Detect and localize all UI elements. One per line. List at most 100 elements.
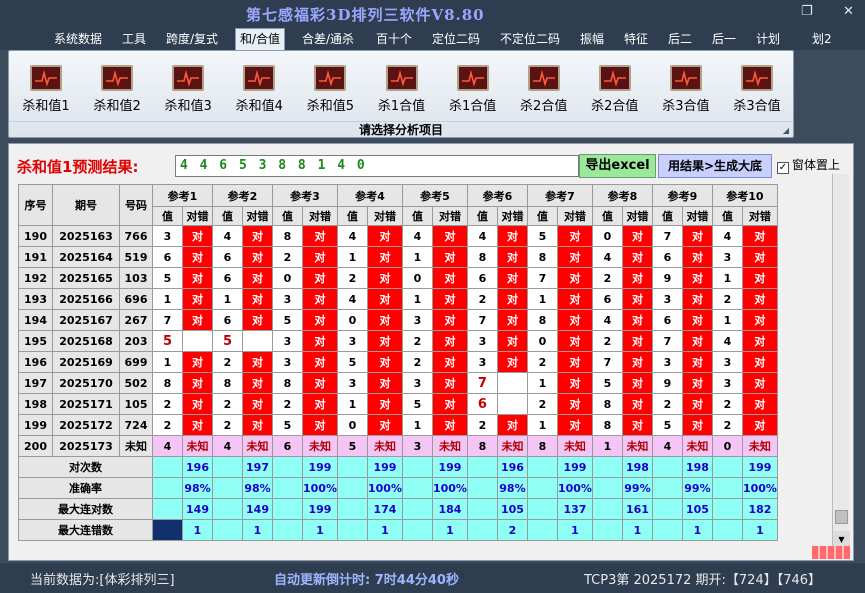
stats-value-cell: 105: [681, 498, 713, 520]
horizontal-scroll-indicator[interactable]: [812, 546, 850, 559]
vertical-scrollbar[interactable]: ▼: [832, 174, 850, 548]
menu-item[interactable]: 计划: [756, 30, 780, 49]
menu-item[interactable]: 定位二码: [432, 30, 480, 49]
menu-item[interactable]: 系统数据: [54, 30, 102, 49]
menu-item[interactable]: 百十个: [376, 30, 412, 49]
close-icon[interactable]: ✕: [843, 4, 854, 19]
ref-header[interactable]: 参考1: [152, 184, 213, 207]
analysis-button[interactable]: 杀3合值: [653, 65, 719, 115]
result-cell: 对: [242, 414, 273, 436]
table-row[interactable]: 199 2025172 724 2 对 2 对 5 对 0 对 1 对 2 对 1 对 8 对 5 对 2 对: [18, 414, 778, 436]
menu-item[interactable]: 跨度/复式: [166, 30, 218, 49]
value-cell: 1: [526, 414, 558, 436]
table-row[interactable]: 196 2025169 699 1 对 2 对 3 对 5 对 2 对 3 对 2 对 7 对 3 对 3 对: [18, 351, 778, 373]
result-cell: 对: [496, 288, 528, 310]
update-countdown: 自动更新倒计时: 7时44分40秒: [274, 573, 459, 588]
result-cell: 对: [366, 393, 403, 415]
stats-value-cell: 100%: [302, 477, 338, 499]
seq-cell: 198: [18, 393, 53, 415]
result-cell: 对: [182, 393, 213, 415]
analysis-button[interactable]: 杀1合值: [440, 65, 506, 115]
ref-header[interactable]: 参考10: [711, 184, 778, 207]
table-row[interactable]: 192 2025165 103 5 对 6 对 0 对 2 对 0 对 6 对 7 对 2 对 9 对 1 对: [18, 267, 778, 289]
stats-value-cell: 105: [496, 498, 528, 520]
result-cell: 对: [741, 225, 778, 247]
period-cell: 2025167: [52, 309, 120, 331]
menu-item[interactable]: 特征: [624, 30, 648, 49]
analysis-button[interactable]: 杀2合值: [511, 65, 577, 115]
analysis-button[interactable]: 杀3合值: [724, 65, 790, 115]
generate-base-button[interactable]: 用结果>生成大底: [658, 154, 772, 178]
prediction-result-field[interactable]: 4 4 6 5 3 8 8 1 4 0: [175, 155, 579, 177]
chart-icon: [527, 65, 560, 91]
ref-header[interactable]: 参考4: [336, 184, 403, 207]
restore-icon[interactable]: ❐: [801, 4, 813, 19]
menu-item[interactable]: 和/合值: [235, 28, 286, 50]
analysis-button[interactable]: 杀和值5: [297, 65, 363, 115]
analysis-button[interactable]: 杀1合值: [369, 65, 435, 115]
menu-item[interactable]: 划2: [812, 30, 832, 49]
value-cell: 2: [401, 330, 433, 352]
value-cell: 8: [466, 246, 498, 268]
analysis-button[interactable]: 杀和值3: [155, 65, 221, 115]
stats-value-cell: 199: [556, 456, 593, 478]
stats-row: 最大连错数 1 1 1 1 1 2 1 1 1 1: [18, 519, 778, 541]
period-cell: 2025166: [52, 288, 120, 310]
ref-header[interactable]: 参考7: [526, 184, 593, 207]
table-row[interactable]: 194 2025167 267 7 对 6 对 5 对 0 对 3 对 7 对 8 对 4 对 6 对 1 对: [18, 309, 778, 331]
analysis-button[interactable]: 杀2合值: [582, 65, 648, 115]
analysis-button[interactable]: 杀和值1: [13, 65, 79, 115]
window-ontop-checkbox[interactable]: ✓ 窗体置上: [777, 156, 840, 174]
table-row[interactable]: 195 2025168 203 5 5 3 对 3 对 2 对 3 对 0 对 2 对 7 对 4 对: [18, 330, 778, 352]
ref-header[interactable]: 参考9: [651, 184, 713, 207]
chart-icon: [314, 65, 347, 91]
ref-header[interactable]: 参考3: [272, 184, 338, 207]
stats-blank-cell: [212, 519, 243, 541]
stats-value-cell: 199: [302, 498, 338, 520]
table-row[interactable]: 191 2025164 519 6 对 6 对 2 对 1 对 1 对 8 对 8 对 4 对 6 对 3 对: [18, 246, 778, 268]
ref-header[interactable]: 参考8: [591, 184, 653, 207]
value-cell: 9: [651, 372, 683, 394]
chart-icon: [456, 65, 489, 91]
stats-label: 最大连对数: [18, 498, 153, 520]
stats-value-cell: 199: [741, 456, 778, 478]
result-cell: 对: [556, 351, 593, 373]
table-row[interactable]: 193 2025166 696 1 对 1 对 3 对 4 对 1 对 2 对 1 对 6 对 3 对 2 对: [18, 288, 778, 310]
result-cell: 未知: [681, 435, 713, 457]
result-cell: 对: [366, 414, 403, 436]
menu-item[interactable]: 后二: [668, 30, 692, 49]
table-row[interactable]: 198 2025171 105 2 对 2 对 2 对 1 对 5 对 6 2 对 8 对 2 对 2 对: [18, 393, 778, 415]
stats-value-cell: 99%: [681, 477, 713, 499]
export-excel-button[interactable]: 导出excel: [579, 154, 656, 178]
result-cell: 未知: [431, 435, 468, 457]
stats-blank-cell: [152, 519, 183, 541]
result-cell: 对: [621, 288, 653, 310]
ref-header[interactable]: 参考2: [212, 184, 273, 207]
menu-item[interactable]: 振幅: [580, 30, 604, 49]
value-cell: 2: [212, 351, 243, 373]
menu-item[interactable]: 工具: [122, 30, 146, 49]
value-cell: 4: [591, 246, 623, 268]
analysis-button[interactable]: 杀和值4: [226, 65, 292, 115]
value-cell: 4: [466, 225, 498, 247]
value-cell: 1: [526, 372, 558, 394]
analysis-button[interactable]: 杀和值2: [84, 65, 150, 115]
value-cell: 8: [526, 309, 558, 331]
table-row[interactable]: 190 2025163 766 3 对 4 对 8 对 4 对 4 对 4 对 5 对 0 对 7 对 4 对: [18, 225, 778, 247]
ref-header[interactable]: 参考5: [401, 184, 468, 207]
menu-item[interactable]: 合差/通杀: [302, 30, 354, 49]
stats-value-cell: 100%: [366, 477, 403, 499]
table-row[interactable]: 197 2025170 502 8 对 8 对 8 对 3 对 3 对 7 1 对 5 对 9 对 3 对: [18, 372, 778, 394]
value-cell: 5: [336, 351, 368, 373]
menu-item[interactable]: 后一: [712, 30, 736, 49]
result-cell: 对: [681, 330, 713, 352]
ref-header[interactable]: 参考6: [466, 184, 528, 207]
table-row[interactable]: 200 2025173 未知 4 未知 4 未知 6 未知 5 未知 3 未知 8 未知 8 未知 1 未知 4 未知 0…: [18, 435, 778, 457]
scrollbar-thumb[interactable]: [835, 510, 848, 524]
checkbox-icon[interactable]: ✓: [777, 162, 789, 174]
result-cell: 对: [366, 372, 403, 394]
result-cell: 对: [431, 414, 468, 436]
menu-item[interactable]: 不定位二码: [500, 30, 560, 49]
ribbon-expand-icon[interactable]: ◢: [783, 126, 789, 135]
value-cell: 3: [272, 330, 303, 352]
